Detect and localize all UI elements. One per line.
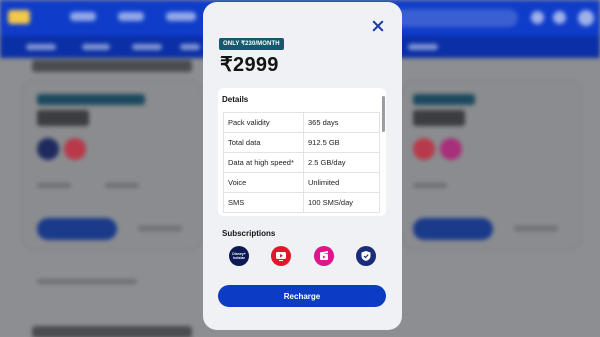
plan-meta — [37, 183, 71, 188]
shield-check-glyph — [361, 251, 371, 261]
plan-price: ₹2999 — [220, 54, 279, 76]
monthly-price-badge: ONLY ₹230/MONTH — [219, 38, 284, 50]
recharge-button-bg — [37, 218, 117, 240]
brand-logo — [8, 10, 30, 24]
recharge-button-bg — [413, 218, 493, 240]
table-row: Data at high speed* 2.5 GB/day — [223, 152, 380, 173]
spec-label: Voice — [223, 172, 304, 193]
app-icon — [413, 138, 435, 160]
spec-label: Pack validity — [223, 112, 304, 133]
app-icon — [37, 138, 59, 160]
sub-nav-tab — [26, 44, 56, 50]
view-all-link-bg — [37, 279, 137, 284]
plan-meta — [105, 183, 139, 188]
tv-play-glyph — [276, 252, 286, 261]
plan-price — [413, 110, 465, 126]
view-details-link-bg — [138, 226, 182, 231]
section-title — [32, 60, 192, 72]
recharge-button[interactable]: Recharge — [218, 285, 386, 307]
table-row: Pack validity 365 days — [223, 112, 380, 133]
avatar — [578, 10, 594, 26]
view-details-link-bg — [514, 226, 558, 231]
disney-hotstar-icon[interactable]: Disney+ hotstar — [229, 246, 249, 266]
spec-value: 100 SMS/day — [303, 192, 380, 213]
close-icon[interactable] — [370, 18, 386, 34]
disney-hotstar-logo-text: Disney+ hotstar — [232, 252, 246, 260]
table-row: SMS 100 SMS/day — [223, 192, 380, 213]
spec-value: 912.5 GB — [303, 132, 380, 153]
jiotv-icon[interactable] — [271, 246, 291, 266]
table-row: Voice Unlimited — [223, 172, 380, 193]
jiocinema-icon[interactable] — [314, 246, 334, 266]
details-scrollbar[interactable] — [382, 96, 385, 132]
plan-meta — [413, 183, 447, 188]
nav-tab — [166, 12, 196, 21]
plan-tag — [413, 94, 475, 105]
sub-nav-tab — [82, 44, 110, 50]
cart-icon — [531, 11, 544, 24]
subscriptions-heading: Subscriptions — [222, 229, 276, 238]
clapper-glyph — [320, 251, 328, 260]
spec-label: Total data — [223, 132, 304, 153]
spec-value: 2.5 GB/day — [303, 152, 380, 173]
app-icon — [64, 138, 86, 160]
details-heading: Details — [222, 95, 249, 104]
section-title — [32, 326, 192, 337]
jiosecurity-icon[interactable] — [356, 246, 376, 266]
spec-value: 365 days — [303, 112, 380, 133]
details-table: Pack validity 365 days Total data 912.5 … — [223, 112, 380, 213]
spec-value: Unlimited — [303, 172, 380, 193]
plan-tag — [37, 94, 145, 105]
sub-nav-tab — [180, 44, 200, 50]
profile-icon — [553, 11, 566, 24]
sub-nav-tab — [132, 44, 162, 50]
spec-label: SMS — [223, 192, 304, 213]
app-icon — [440, 138, 462, 160]
nav-tab — [70, 12, 96, 21]
plan-price — [37, 110, 89, 126]
table-row: Total data 912.5 GB — [223, 132, 380, 153]
spec-label: Data at high speed* — [223, 152, 304, 173]
nav-tab — [118, 12, 144, 21]
sub-nav-tab — [408, 44, 438, 50]
search-box — [390, 9, 518, 27]
